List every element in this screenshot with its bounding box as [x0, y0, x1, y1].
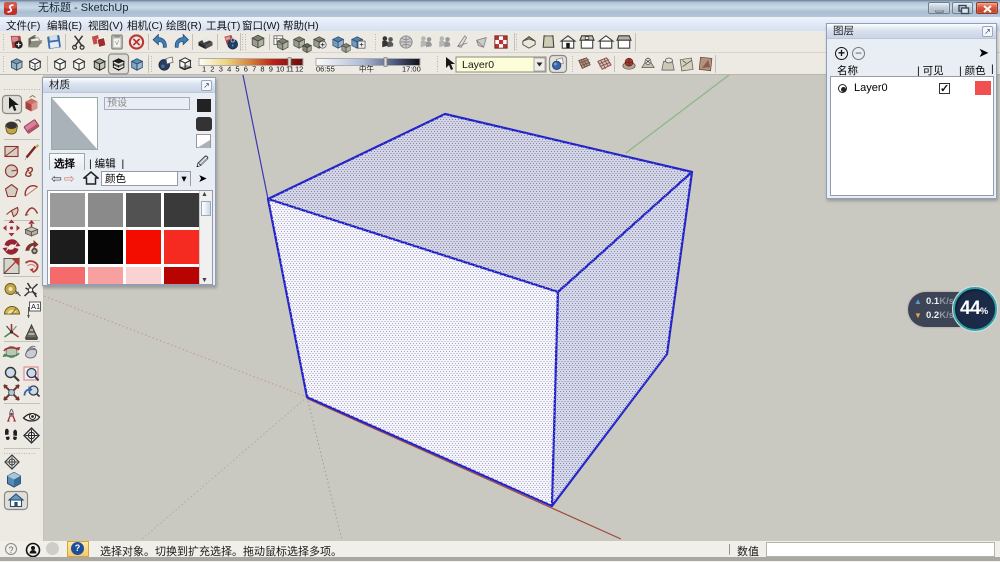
svg-text:A1: A1: [31, 302, 40, 311]
svg-text:9: 9: [269, 65, 273, 74]
svg-text:06:55: 06:55: [316, 65, 335, 74]
svg-text:5: 5: [235, 65, 239, 74]
svg-text:8: 8: [260, 65, 264, 74]
svg-text:4: 4: [227, 65, 231, 74]
svg-text:1: 1: [202, 65, 206, 74]
svg-text:6: 6: [244, 65, 248, 74]
svg-text:12: 12: [295, 65, 303, 74]
svg-text:2: 2: [210, 65, 214, 74]
svg-text:10: 10: [276, 65, 284, 74]
svg-text:3: 3: [219, 65, 223, 74]
svg-text:11: 11: [286, 65, 294, 74]
svg-text:7: 7: [252, 65, 256, 74]
svg-text:17:00: 17:00: [402, 65, 421, 74]
svg-text:Layer0: Layer0: [462, 59, 494, 71]
svg-text:中午: 中午: [359, 64, 374, 74]
